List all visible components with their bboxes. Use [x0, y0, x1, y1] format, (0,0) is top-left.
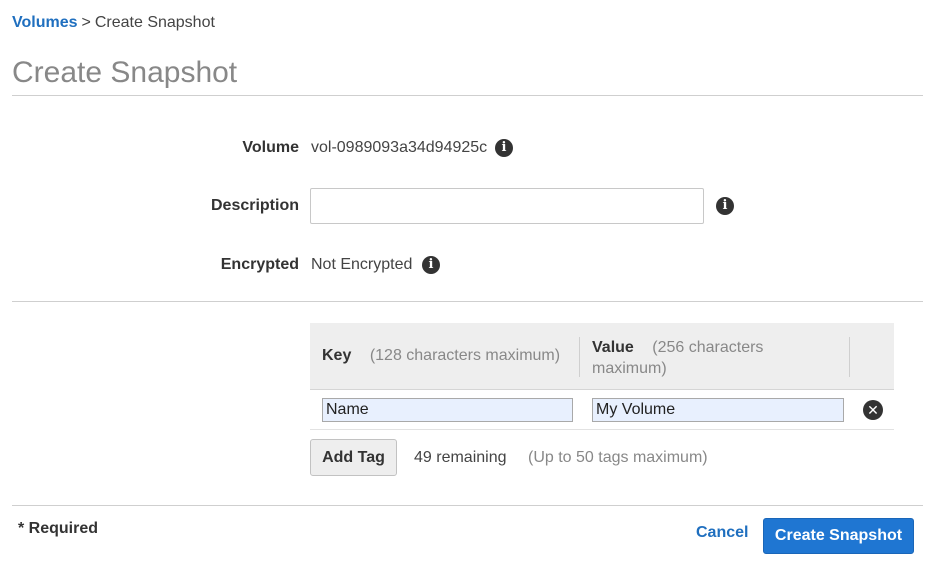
tag-key-input[interactable] — [322, 398, 573, 422]
breadcrumb-volumes-link[interactable]: Volumes — [12, 14, 78, 31]
value-column-header: Value (256 characters maximum) — [592, 337, 842, 379]
close-circle-icon[interactable]: ✕ — [863, 400, 883, 420]
cancel-button[interactable]: Cancel — [690, 524, 754, 542]
encrypted-label: Encrypted — [220, 256, 299, 273]
breadcrumb: Volumes > Create Snapshot — [12, 14, 215, 32]
description-input[interactable] — [310, 188, 704, 224]
breadcrumb-current: Create Snapshot — [94, 14, 215, 31]
tag-value-input[interactable] — [592, 398, 844, 422]
key-column-header: Key (128 characters maximum) — [322, 347, 560, 365]
volume-label: Volume — [242, 139, 299, 156]
column-divider — [579, 337, 580, 377]
description-label: Description — [210, 197, 299, 214]
required-note: * Required — [18, 520, 99, 537]
key-header-note: (128 characters maximum) — [369, 347, 561, 364]
tags-table-header: Key (128 characters maximum) Value (256 … — [310, 323, 894, 390]
tags-max-note: (Up to 50 tags maximum) — [528, 449, 708, 466]
info-icon[interactable]: i — [495, 139, 513, 157]
info-icon[interactable]: i — [422, 256, 440, 274]
column-divider — [849, 337, 850, 377]
form-divider — [12, 301, 923, 302]
value-header-label: Value — [592, 339, 634, 356]
volume-value: vol-0989093a34d94925c — [311, 139, 488, 156]
encrypted-value: Not Encrypted — [311, 256, 413, 273]
add-tag-button[interactable]: Add Tag — [310, 439, 397, 476]
title-divider — [12, 95, 923, 96]
create-snapshot-button[interactable]: Create Snapshot — [763, 518, 914, 554]
page-title: Create Snapshot — [12, 56, 238, 89]
breadcrumb-separator: > — [81, 14, 91, 31]
footer-divider — [12, 505, 923, 506]
tags-remaining: 49 remaining — [414, 449, 507, 466]
table-row: ✕ — [310, 390, 894, 430]
info-icon[interactable]: i — [716, 197, 734, 215]
key-header-label: Key — [322, 347, 352, 364]
